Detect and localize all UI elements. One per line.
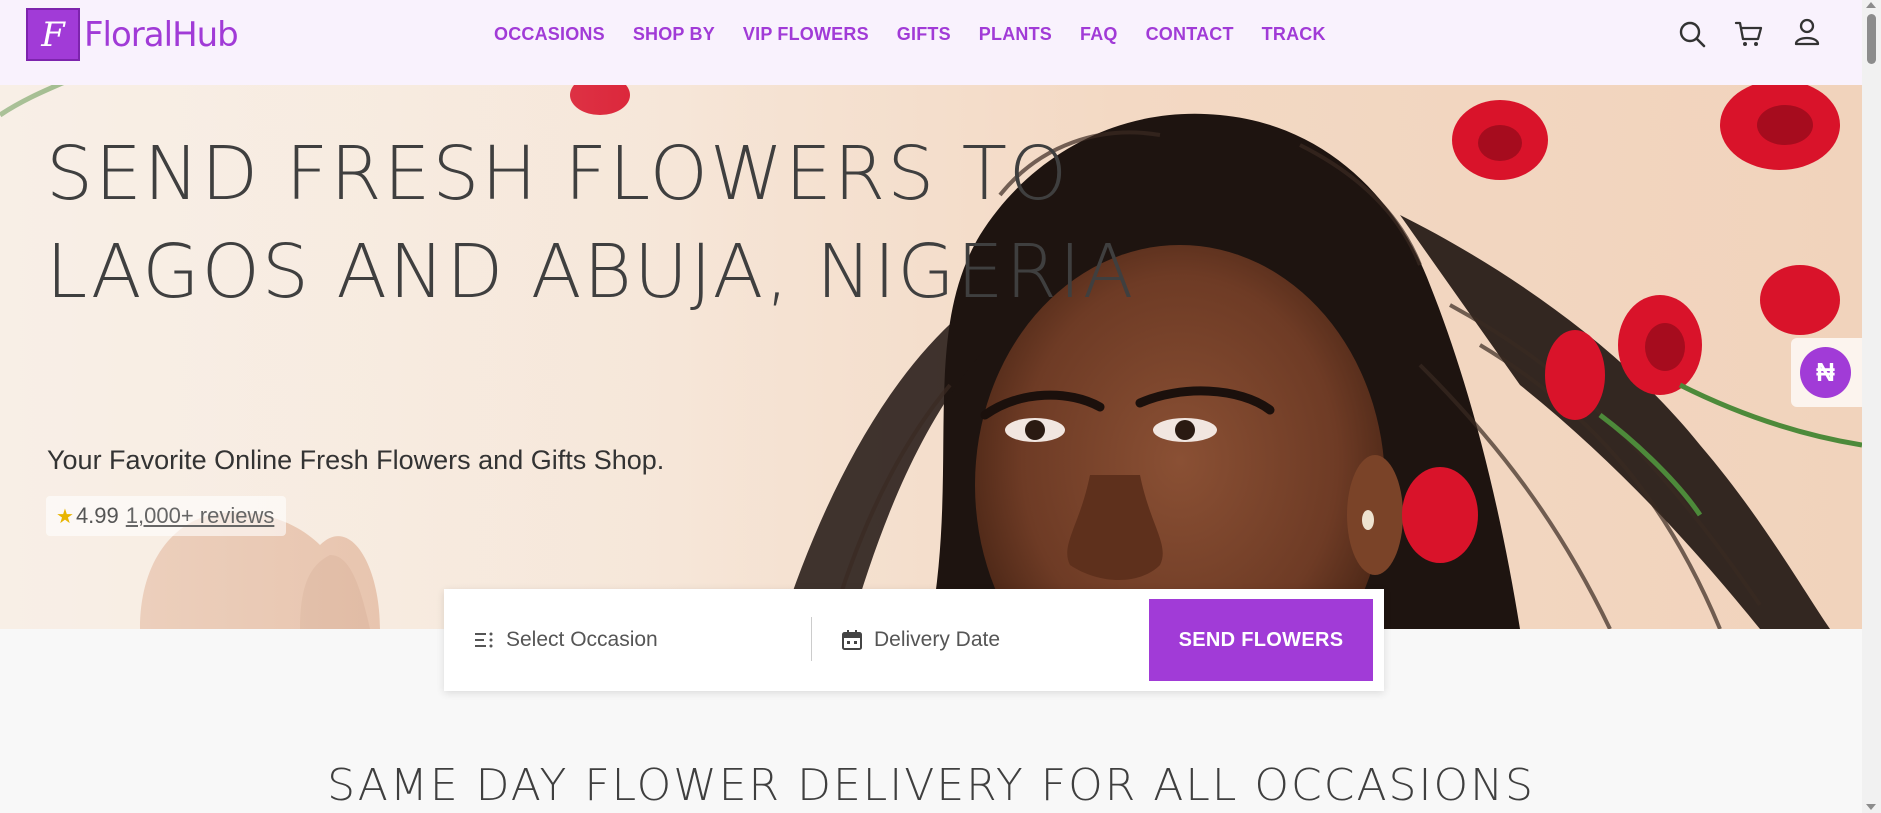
cart-icon[interactable] [1733,18,1765,50]
rating-value: 4.99 [75,503,119,528]
flower-search-box: Select Occasion Delivery Date SEND FLOWE… [444,589,1384,691]
hero-subtitle: Your Favorite Online Fresh Flowers and G… [47,445,665,475]
nav-gifts[interactable]: GIFTS [897,24,951,45]
logo[interactable]: F FloralHub [26,8,239,61]
scroll-down-arrow-icon[interactable] [1866,804,1876,810]
nav-contact[interactable]: CONTACT [1146,24,1234,45]
field-divider [811,617,812,661]
hero-banner: SEND FRESH FLOWERS TO LAGOS AND ABUJA, N… [0,85,1862,629]
nav-vip-flowers[interactable]: VIP FLOWERS [743,24,869,45]
currency-switcher: ₦ [1791,338,1862,407]
nav-shop-by[interactable]: SHOP BY [633,24,715,45]
logo-letter: F [41,14,65,55]
naira-currency-button[interactable]: ₦ [1800,347,1851,398]
nav-occasions[interactable]: OCCASIONS [494,24,605,45]
search-icon[interactable] [1676,18,1708,50]
logo-badge: F [26,8,80,61]
user-icon[interactable] [1791,16,1823,48]
nav-faq[interactable]: FAQ [1080,24,1118,45]
reviews-link[interactable]: 1,000+ reviews [126,503,275,529]
list-filter-icon [475,632,493,648]
nav-track[interactable]: TRACK [1262,24,1326,45]
occasion-select[interactable]: Select Occasion [472,589,822,691]
nav-plants[interactable]: PLANTS [979,24,1052,45]
occasion-placeholder: Select Occasion [506,628,658,651]
delivery-date-field[interactable]: Delivery Date [840,589,1120,691]
rating-badge: ★ 4.99 1,000+ reviews [46,496,287,536]
site-header: F FloralHub OCCASIONS SHOP BY VIP FLOWER… [0,0,1862,85]
send-flowers-button[interactable]: SEND FLOWERS [1149,599,1373,681]
delivery-date-placeholder: Delivery Date [874,628,1001,651]
scroll-thumb[interactable] [1867,14,1876,64]
calendar-icon [842,630,862,650]
star-icon: ★ [56,505,74,528]
scroll-up-arrow-icon[interactable] [1866,2,1876,8]
section-title: SAME DAY FLOWER DELIVERY FOR ALL OCCASIO… [327,760,1535,811]
page-scrollbar[interactable] [1862,0,1881,813]
main-nav: OCCASIONS SHOP BY VIP FLOWERS GIFTS PLAN… [480,0,1340,68]
logo-text: FloralHub [84,14,239,55]
hero-title: SEND FRESH FLOWERS TO LAGOS AND ABUJA, N… [46,131,1136,315]
